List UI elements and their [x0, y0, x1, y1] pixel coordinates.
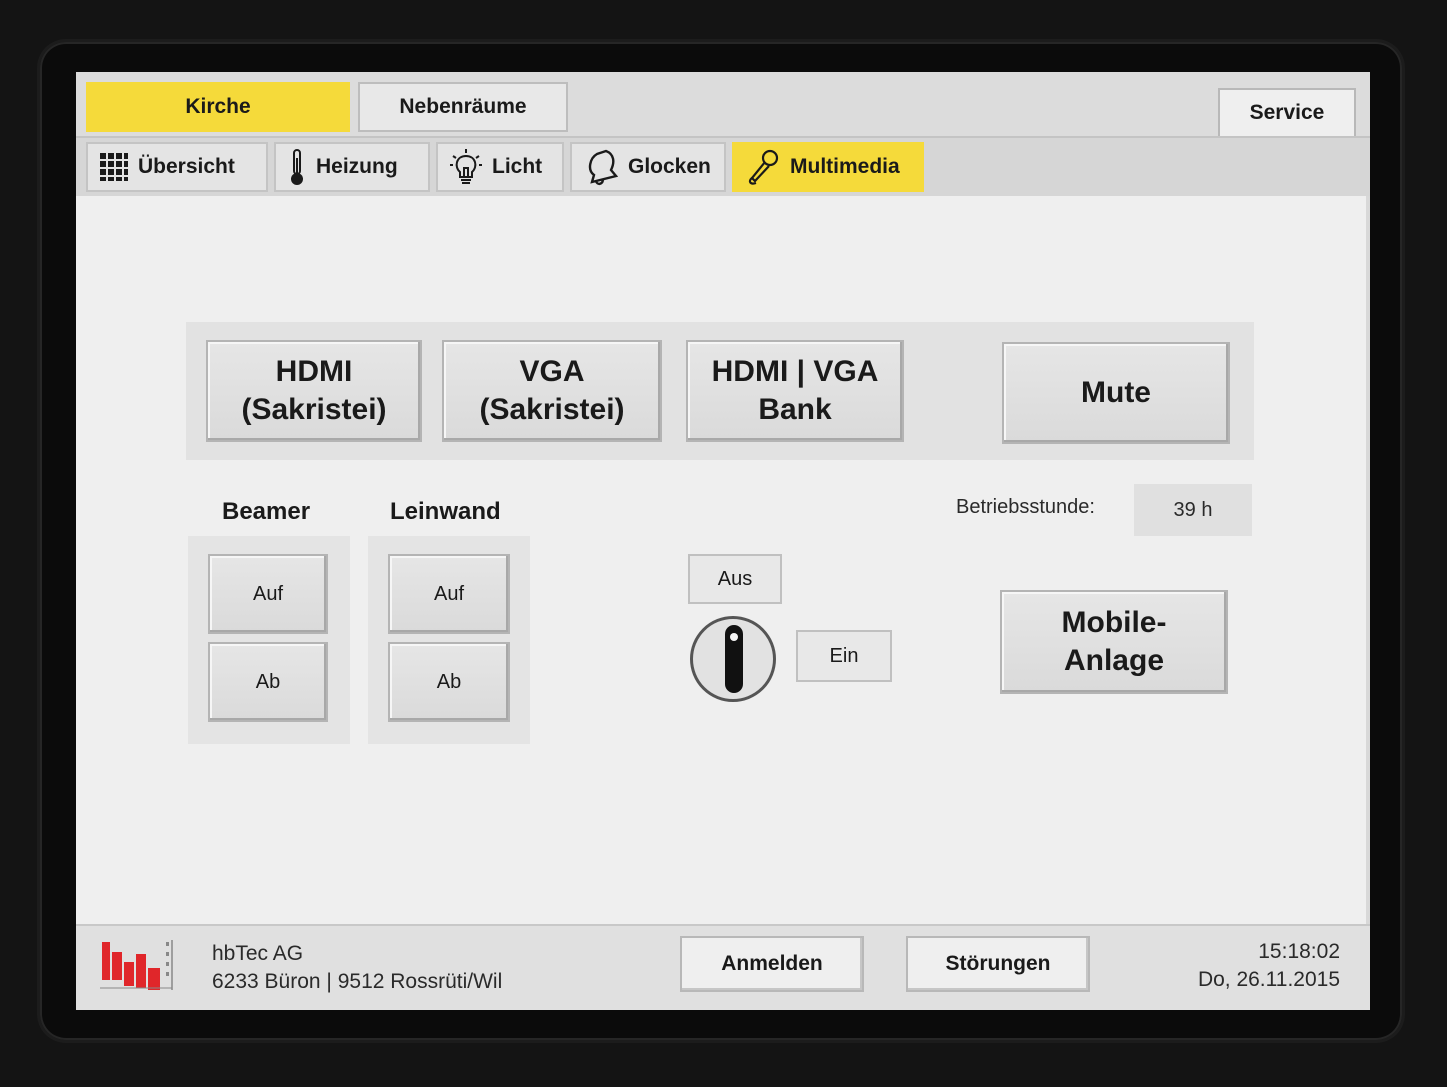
beamer-up-label: Auf: [252, 582, 284, 605]
tab-uebersicht[interactable]: Übersicht: [86, 142, 268, 192]
tab-uebersicht-label: Übersicht: [138, 155, 235, 178]
beamer-down-label: Ab: [255, 670, 281, 693]
hdmi-vga-bank-line1: HDMI | VGA: [711, 355, 879, 388]
tab-kirche-label: Kirche: [185, 95, 251, 118]
switch-off-label: Aus: [717, 567, 753, 590]
company-info: hbTec AG 6233 Büron | 9512 Rossrüti/Wil: [212, 940, 502, 996]
service-button-label: Service: [1249, 101, 1325, 124]
bell-icon: [588, 149, 618, 186]
tab-glocken[interactable]: Glocken: [570, 142, 726, 192]
lightbulb-icon: [450, 149, 482, 184]
vga-sakristei-button[interactable]: VGA (Sakristei): [442, 340, 662, 442]
tab-glocken-label: Glocken: [628, 155, 711, 178]
service-button[interactable]: Service: [1218, 88, 1356, 138]
operating-hours-value: 39 h: [1134, 484, 1252, 536]
tab-nebenraeume-label: Nebenräume: [399, 95, 527, 118]
faults-button[interactable]: Störungen: [906, 936, 1090, 992]
hdmi-sakristei-line1: HDMI: [275, 355, 353, 388]
hdmi-sakristei-line2: (Sakristei): [241, 393, 387, 426]
mute-button-label: Mute: [1081, 376, 1151, 409]
mobile-anlage-line1: Mobile-: [1061, 606, 1167, 639]
hdmi-vga-bank-button[interactable]: HDMI | VGA Bank: [686, 340, 904, 442]
area-tab-bar: Kirche Nebenräume Service: [76, 72, 1370, 138]
key-switch[interactable]: [690, 616, 776, 702]
switch-off-button[interactable]: Aus: [688, 554, 782, 604]
tab-multimedia[interactable]: Multimedia: [732, 142, 924, 192]
thermometer-icon: [291, 149, 303, 185]
tab-licht[interactable]: Licht: [436, 142, 564, 192]
mobile-anlage-button[interactable]: Mobile- Anlage: [1000, 590, 1228, 694]
status-footer: hbTec AG 6233 Büron | 9512 Rossrüti/Wil …: [76, 924, 1370, 1010]
leinwand-down-button[interactable]: Ab: [388, 642, 510, 722]
tab-kirche[interactable]: Kirche: [86, 82, 350, 132]
hbtec-logo: [100, 940, 173, 990]
microphone-icon: [748, 149, 779, 185]
leinwand-up-button[interactable]: Auf: [388, 554, 510, 634]
company-address: 6233 Büron | 9512 Rossrüti/Wil: [212, 970, 503, 993]
key-switch-dot: [730, 633, 738, 641]
tab-licht-label: Licht: [492, 155, 543, 178]
operating-hours-value-text: 39 h: [1173, 498, 1213, 521]
date-time: 15:18:02 Do, 26.11.2015: [1198, 938, 1340, 994]
tab-heizung-label: Heizung: [316, 155, 398, 178]
company-name: hbTec AG: [212, 942, 304, 965]
hdmi-sakristei-button[interactable]: HDMI (Sakristei): [206, 340, 422, 442]
switch-on-label: Ein: [829, 644, 859, 667]
leinwand-up-label: Auf: [433, 582, 465, 605]
tab-nebenraeume[interactable]: Nebenräume: [358, 82, 568, 132]
faults-button-label: Störungen: [945, 952, 1051, 975]
multimedia-panel: HDMI (Sakristei) VGA (Sakristei) HDMI | …: [76, 196, 1366, 924]
login-button[interactable]: Anmelden: [680, 936, 864, 992]
leinwand-down-label: Ab: [436, 670, 462, 693]
hdmi-vga-bank-line2: Bank: [758, 393, 832, 426]
login-button-label: Anmelden: [721, 952, 823, 975]
beamer-up-button[interactable]: Auf: [208, 554, 328, 634]
switch-on-button[interactable]: Ein: [796, 630, 892, 682]
leinwand-title: Leinwand: [390, 498, 501, 525]
clock-time: 15:18:02: [1258, 940, 1340, 963]
grid-icon: [100, 153, 128, 181]
beamer-down-button[interactable]: Ab: [208, 642, 328, 722]
vga-sakristei-line2: (Sakristei): [479, 393, 625, 426]
touch-screen: Kirche Nebenräume Service Übersicht Heiz…: [76, 72, 1370, 1010]
mobile-anlage-line2: Anlage: [1063, 644, 1165, 677]
vga-sakristei-line1: VGA: [519, 355, 585, 388]
operating-hours-label: Betriebsstunde:: [956, 496, 1095, 518]
mute-button[interactable]: Mute: [1002, 342, 1230, 444]
function-tab-bar: Übersicht Heizung Licht Glocken Multimed…: [76, 136, 1370, 196]
tab-multimedia-label: Multimedia: [790, 155, 900, 178]
beamer-title: Beamer: [222, 498, 311, 525]
clock-date: Do, 26.11.2015: [1197, 968, 1340, 991]
tab-heizung[interactable]: Heizung: [274, 142, 430, 192]
